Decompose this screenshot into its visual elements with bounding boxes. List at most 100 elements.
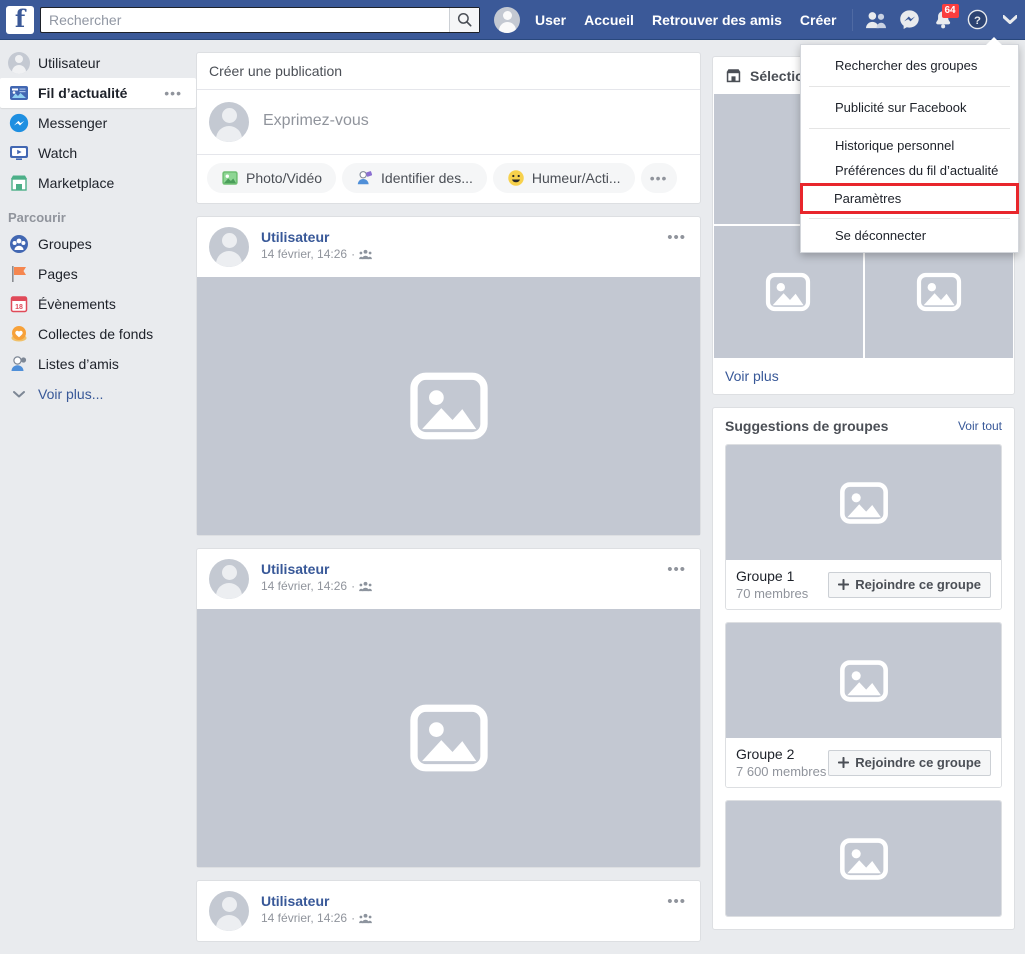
sidebar-item-events[interactable]: 18 Évènements bbox=[0, 289, 196, 319]
sidebar-label-friend-lists: Listes d’amis bbox=[38, 356, 119, 372]
post-author-avatar[interactable] bbox=[209, 227, 249, 267]
tag-friends-button[interactable]: Identifier des... bbox=[342, 163, 487, 193]
sidebar-item-groups[interactable]: Groupes bbox=[0, 229, 196, 259]
feeling-activity-button[interactable]: Humeur/Acti... bbox=[492, 163, 635, 193]
composer-input-row[interactable]: Exprimez-vous bbox=[197, 90, 700, 154]
chevron-down-icon bbox=[8, 383, 30, 405]
sidebar-item-fundraisers[interactable]: Collectes de fonds bbox=[0, 319, 196, 349]
menu-divider bbox=[809, 218, 1010, 219]
sidebar-item-messenger[interactable]: Messenger bbox=[0, 108, 196, 138]
group-text: Groupe 2 7 600 membres bbox=[736, 746, 828, 779]
menu-item-news-feed-preferences[interactable]: Préférences du fil d’actualité bbox=[801, 158, 1018, 183]
group-info-row: Groupe 2 7 600 membres Rejoindre ce grou… bbox=[726, 738, 1001, 787]
friends-audience-icon[interactable] bbox=[359, 581, 372, 592]
search-button[interactable] bbox=[449, 7, 479, 32]
post-options-button[interactable]: ••• bbox=[667, 893, 686, 910]
post-options-button[interactable]: ••• bbox=[667, 561, 686, 578]
sidebar-label-messenger: Messenger bbox=[38, 115, 108, 131]
sidebar-label-see-more: Voir plus... bbox=[38, 386, 104, 402]
post-composer: Créer une publication Exprimez-vous Phot… bbox=[196, 52, 701, 204]
marketplace-storefront-icon bbox=[726, 69, 741, 83]
sidebar-label-pages: Pages bbox=[38, 266, 78, 282]
post-image-placeholder[interactable] bbox=[197, 277, 700, 535]
nav-profile-avatar[interactable] bbox=[494, 6, 520, 33]
menu-item-log-out[interactable]: Se déconnecter bbox=[801, 223, 1018, 248]
events-day-number: 18 bbox=[15, 304, 23, 311]
top-navigation-bar: f User Accueil Retrouver des amis Créer bbox=[0, 0, 1025, 40]
nav-link-create[interactable]: Créer bbox=[791, 0, 846, 40]
pages-flag-icon bbox=[8, 263, 30, 285]
post-timestamp[interactable]: 14 février, 14:26 bbox=[261, 911, 347, 925]
post-author-name[interactable]: Utilisateur bbox=[261, 229, 372, 245]
image-placeholder-icon bbox=[409, 372, 488, 440]
group-name[interactable]: Groupe 1 bbox=[736, 568, 828, 584]
menu-item-advertising[interactable]: Publicité sur Facebook bbox=[801, 91, 1018, 124]
join-group-label: Rejoindre ce groupe bbox=[855, 755, 981, 770]
sidebar-item-marketplace[interactable]: Marketplace bbox=[0, 168, 196, 198]
friends-audience-icon[interactable] bbox=[359, 913, 372, 924]
photo-video-button[interactable]: Photo/Vidéo bbox=[207, 163, 337, 193]
post-image-placeholder[interactable] bbox=[197, 609, 700, 867]
group-suggestion-card: Groupe 1 70 membres Rejoindre ce groupe bbox=[725, 444, 1002, 610]
nav-profile-name[interactable]: User bbox=[526, 0, 575, 40]
group-cover-placeholder[interactable] bbox=[726, 623, 1001, 738]
post-author-name[interactable]: Utilisateur bbox=[261, 561, 372, 577]
sidebar-label-fundraisers: Collectes de fonds bbox=[38, 326, 154, 342]
group-name[interactable]: Groupe 2 bbox=[736, 746, 828, 762]
account-menu-button[interactable] bbox=[995, 5, 1025, 35]
menu-divider bbox=[809, 86, 1010, 87]
post-meta: Utilisateur 14 février, 14:26 · bbox=[261, 891, 372, 925]
post-author-name[interactable]: Utilisateur bbox=[261, 893, 372, 909]
group-cover-placeholder[interactable] bbox=[726, 801, 1001, 916]
group-member-count: 7 600 membres bbox=[736, 764, 827, 779]
post-timestamp[interactable]: 14 février, 14:26 bbox=[261, 579, 347, 593]
composer-placeholder[interactable]: Exprimez-vous bbox=[263, 112, 369, 130]
feeling-activity-label: Humeur/Acti... bbox=[531, 170, 621, 186]
messenger-button[interactable] bbox=[893, 5, 927, 35]
nav-link-find-friends[interactable]: Retrouver des amis bbox=[643, 0, 791, 40]
post-author-avatar[interactable] bbox=[209, 891, 249, 931]
sidebar-item-news-feed[interactable]: Fil d’actualité ••• bbox=[0, 78, 196, 108]
sidebar-item-profile[interactable]: Utilisateur bbox=[0, 48, 196, 78]
post-author-avatar[interactable] bbox=[209, 559, 249, 599]
help-button[interactable]: ? bbox=[961, 5, 995, 35]
post-options-button[interactable]: ••• bbox=[667, 229, 686, 246]
friends-audience-icon[interactable] bbox=[359, 249, 372, 260]
messenger-icon bbox=[900, 10, 919, 29]
search-input[interactable] bbox=[40, 6, 480, 33]
join-group-button[interactable]: Rejoindre ce groupe bbox=[828, 749, 991, 776]
join-group-label: Rejoindre ce groupe bbox=[855, 577, 981, 592]
post-meta-separator: · bbox=[351, 911, 356, 925]
group-suggestions-title: Suggestions de groupes bbox=[725, 418, 889, 434]
facebook-logo[interactable]: f bbox=[6, 5, 34, 34]
marketplace-see-more-link[interactable]: Voir plus bbox=[713, 358, 1014, 394]
group-cover-placeholder[interactable] bbox=[726, 445, 1001, 560]
friend-requests-button[interactable] bbox=[859, 5, 893, 35]
menu-item-activity-log[interactable]: Historique personnel bbox=[801, 133, 1018, 158]
image-placeholder-icon bbox=[409, 704, 488, 772]
sidebar-news-feed-options[interactable]: ••• bbox=[164, 86, 182, 100]
post-timestamp[interactable]: 14 février, 14:26 bbox=[261, 247, 347, 261]
photo-video-icon bbox=[222, 171, 238, 185]
post-meta-separator: · bbox=[351, 579, 356, 593]
group-suggestion-card bbox=[725, 800, 1002, 917]
group-suggestions-see-all[interactable]: Voir tout bbox=[958, 419, 1002, 433]
nav-link-home[interactable]: Accueil bbox=[575, 0, 643, 40]
sidebar-item-friend-lists[interactable]: Listes d’amis bbox=[0, 349, 196, 379]
notifications-button[interactable]: 64 bbox=[927, 3, 961, 35]
profile-avatar bbox=[8, 52, 30, 74]
menu-item-settings[interactable]: Paramètres bbox=[800, 183, 1019, 214]
sidebar-item-watch[interactable]: Watch bbox=[0, 138, 196, 168]
plus-icon bbox=[838, 757, 850, 768]
sidebar-item-see-more[interactable]: Voir plus... bbox=[0, 379, 196, 409]
sidebar-profile-label: Utilisateur bbox=[38, 55, 101, 71]
menu-item-find-groups[interactable]: Rechercher des groupes bbox=[801, 49, 1018, 82]
sidebar-label-events: Évènements bbox=[38, 296, 116, 312]
sidebar-item-pages[interactable]: Pages bbox=[0, 259, 196, 289]
composer-more-button[interactable]: ••• bbox=[640, 163, 677, 193]
group-suggestions-panel: Suggestions de groupes Voir tout Groupe … bbox=[712, 407, 1015, 930]
menu-divider bbox=[809, 128, 1010, 129]
sidebar-heading-browse: Parcourir bbox=[8, 210, 66, 225]
image-placeholder-icon bbox=[839, 659, 888, 702]
join-group-button[interactable]: Rejoindre ce groupe bbox=[828, 571, 991, 598]
